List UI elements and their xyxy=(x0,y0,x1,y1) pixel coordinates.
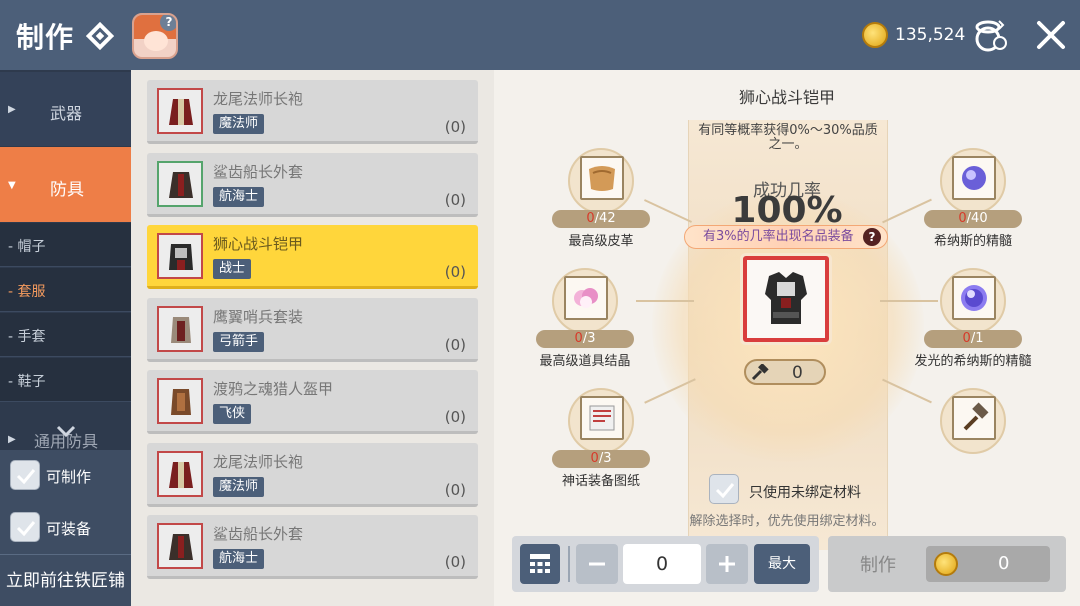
robe-icon xyxy=(157,451,203,497)
decrease-button[interactable] xyxy=(576,544,618,584)
owned-count: (0) xyxy=(444,191,466,209)
plus-icon xyxy=(719,556,735,572)
top-bar: 制作 ? 135,524 xyxy=(0,0,1080,70)
crystal-icon xyxy=(574,288,598,308)
list-item[interactable]: 龙尾法师长袍 魔法师 (0) xyxy=(147,443,478,507)
class-badge: 魔法师 xyxy=(213,477,265,497)
bound-material-hint: 解除选择时，优先使用绑定材料。 xyxy=(689,514,885,529)
page-title: 制作 xyxy=(16,21,75,54)
item-title: 狮心战斗铠甲 xyxy=(738,88,835,107)
material-slot[interactable]: 0/3 神话装备图纸 xyxy=(546,388,656,498)
leather-scroll-icon xyxy=(589,166,615,191)
list-item[interactable]: 鲨齿船长外套 航海士 (0) xyxy=(147,153,478,217)
quantity-input[interactable]: 0 xyxy=(623,544,701,584)
material-slot[interactable]: 0/3 最高级道具结晶 xyxy=(530,268,640,378)
owned-count: (0) xyxy=(444,481,466,499)
filter-equippable[interactable]: 可装备 xyxy=(0,502,131,554)
caret-down-icon: ▼ xyxy=(8,180,16,191)
subcategory-hat[interactable]: - 帽子 xyxy=(0,223,131,267)
exchange-icon[interactable] xyxy=(972,17,1010,53)
caret-right-icon: ▶ xyxy=(8,434,16,445)
checkbox[interactable] xyxy=(10,512,40,542)
material-slot[interactable]: 0/40 希纳斯的精髓 xyxy=(918,148,1028,258)
currency-amount: 135,524 xyxy=(895,25,966,45)
meso-coin-icon xyxy=(934,552,958,576)
help-icon[interactable]: ? xyxy=(863,228,881,246)
owned-count: (0) xyxy=(444,118,466,136)
caret-right-icon: ▶ xyxy=(8,104,16,115)
calculator-button[interactable] xyxy=(520,544,560,584)
craft-button[interactable]: 制作 0 xyxy=(828,536,1066,592)
robe-icon xyxy=(157,88,203,134)
class-badge: 魔法师 xyxy=(213,114,265,134)
owned-count: (0) xyxy=(444,336,466,354)
coat-icon xyxy=(157,161,203,207)
quantity-stepper: 0 最大 xyxy=(512,536,819,592)
help-diamond-icon[interactable] xyxy=(86,22,114,50)
increase-button[interactable] xyxy=(706,544,748,584)
quality-description: 有同等概率获得0%～30%品质之一。 xyxy=(698,123,878,152)
masterpiece-chance-banner: 有3%的几率出现名品装备 ? xyxy=(684,225,888,249)
calculator-icon xyxy=(530,554,550,573)
filter-craftable[interactable]: 可制作 xyxy=(0,450,131,502)
list-item[interactable]: 龙尾法师长袍 魔法师 (0) xyxy=(147,80,478,144)
class-badge: 飞侠 xyxy=(213,404,252,424)
blueprint-icon xyxy=(589,405,615,431)
craft-cost: 0 xyxy=(926,546,1050,582)
material-slot[interactable]: 0/1 发光的希纳斯的精髓 xyxy=(914,268,1032,378)
material-slot[interactable]: 0/42 最高级皮革 xyxy=(546,148,656,258)
question-icon: ? xyxy=(160,15,176,31)
owned-count: (0) xyxy=(444,263,466,281)
npc-avatar[interactable]: ? xyxy=(132,13,178,59)
result-item-slot[interactable] xyxy=(743,256,829,342)
hammer-slot[interactable] xyxy=(918,388,1028,498)
hammer-counter: 0 xyxy=(744,359,826,385)
only-unbound-toggle[interactable]: 只使用未绑定材料 xyxy=(709,474,889,504)
glowing-essence-icon xyxy=(961,285,987,311)
list-item[interactable]: 渡鸦之魂猎人盔甲 飞侠 (0) xyxy=(147,370,478,434)
hammer-icon xyxy=(751,364,769,381)
class-badge: 战士 xyxy=(213,259,252,279)
chevron-down-icon[interactable] xyxy=(55,424,77,440)
list-item[interactable]: 鹰翼哨兵套装 弓箭手 (0) xyxy=(147,298,478,362)
craft-detail-panel: 狮心战斗铠甲 有同等概率获得0%～30%品质之一。 成功几率 100% 有3%的… xyxy=(494,70,1080,606)
close-icon[interactable] xyxy=(1034,18,1068,52)
subcategory-outfit[interactable]: - 套服 xyxy=(0,268,131,312)
max-button[interactable]: 最大 xyxy=(754,544,810,584)
class-badge: 航海士 xyxy=(213,549,265,569)
list-item-selected[interactable]: 狮心战斗铠甲 战士 (0) xyxy=(147,225,478,289)
class-badge: 航海士 xyxy=(213,187,265,207)
subcategory-shoes[interactable]: - 鞋子 xyxy=(0,358,131,402)
subcategory-gloves[interactable]: - 手套 xyxy=(0,313,131,357)
item-list: 龙尾法师长袍 魔法师 (0) 鲨齿船长外套 航海士 (0) 狮心战斗铠甲 战士 … xyxy=(131,70,494,606)
checkbox[interactable] xyxy=(709,474,739,504)
hunter-armor-icon xyxy=(157,378,203,424)
class-badge: 弓箭手 xyxy=(213,332,265,352)
suit-icon xyxy=(157,306,203,352)
owned-count: (0) xyxy=(444,408,466,426)
category-weapon[interactable]: ▶ 武器 xyxy=(0,72,131,146)
hammer-icon xyxy=(963,402,989,431)
owned-count: (0) xyxy=(444,553,466,571)
armor-icon xyxy=(765,272,807,324)
coat-icon xyxy=(157,523,203,569)
essence-orb-icon xyxy=(962,166,986,190)
checkbox[interactable] xyxy=(10,460,40,490)
category-armor[interactable]: ▼ 防具 xyxy=(0,147,131,222)
meso-coin-icon xyxy=(862,22,888,48)
go-to-blacksmith-button[interactable]: 立即前往铁匠铺 xyxy=(0,554,131,606)
armor-icon xyxy=(157,233,203,279)
list-item[interactable]: 鲨齿船长外套 航海士 (0) xyxy=(147,515,478,579)
minus-icon xyxy=(589,562,605,566)
